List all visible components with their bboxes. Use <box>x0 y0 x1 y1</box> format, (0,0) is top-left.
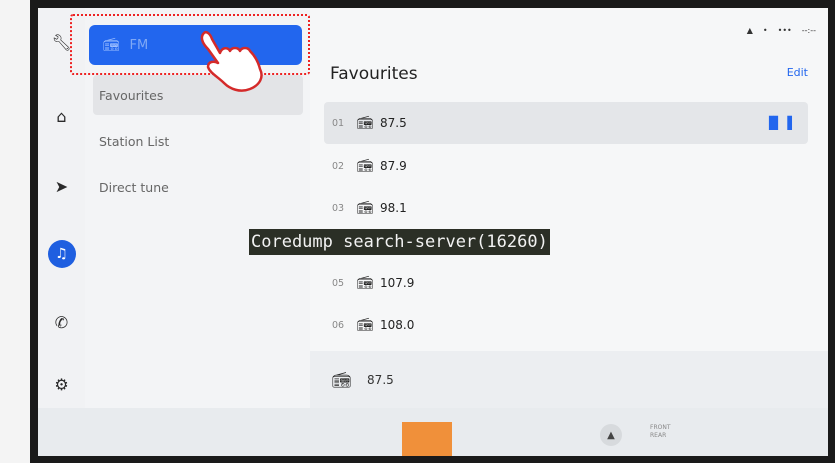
station-number: 05 <box>332 277 345 289</box>
station-frequency: 98.1 <box>380 201 407 215</box>
radio-icon: 📻︎ <box>332 370 352 389</box>
radio-icon: 📻︎ <box>356 115 374 131</box>
user-icon: • <box>762 26 768 35</box>
photo-frame <box>0 0 34 463</box>
station-number: 01 <box>332 117 345 129</box>
station-number: 02 <box>332 160 345 172</box>
radio-icon: 📻︎ <box>356 275 374 291</box>
station-frequency: 108.0 <box>380 318 415 332</box>
tap-hand-icon <box>200 31 263 92</box>
page-title: Favourites <box>330 64 418 84</box>
settings-icon[interactable]: ⚙ <box>38 370 85 398</box>
now-playing-bar[interactable]: 📻︎ 87.5 <box>310 351 828 408</box>
front-rear-label: FRONT REAR <box>650 424 671 440</box>
coredump-overlay: Coredump search-server(16260) <box>249 229 550 255</box>
rear-label: REAR <box>650 432 667 439</box>
station-row[interactable]: 06 📻︎ 108.0 <box>324 304 808 346</box>
home-icon[interactable]: ⌂ <box>38 102 85 130</box>
favourites-panel: ▲ • ••• --:-- Favourites Edit 01 📻︎ 87.5… <box>310 8 828 408</box>
now-playing-frequency: 87.5 <box>367 372 394 387</box>
climate-bar: ▲ FRONT REAR <box>38 408 828 456</box>
station-number: 03 <box>332 202 345 214</box>
menu-item-label: Direct tune <box>99 179 169 195</box>
menu-item-label: Station List <box>99 133 170 149</box>
station-row[interactable]: 02 📻︎ 87.9 <box>324 145 808 187</box>
station-frequency: 107.9 <box>380 276 415 290</box>
station-frequency: 87.5 <box>380 116 407 130</box>
orange-block <box>402 422 452 456</box>
radio-icon: 📻︎ <box>356 317 374 333</box>
menu-item-label: Favourites <box>99 87 164 103</box>
station-row[interactable]: 01 📻︎ 87.5 ▐▌▐ <box>324 102 808 144</box>
signal-icon: ••• <box>777 26 792 35</box>
navigation-icon[interactable]: ➤ <box>38 172 85 200</box>
music-icon[interactable]: ♫ <box>38 240 85 268</box>
front-label: FRONT <box>650 424 671 431</box>
edit-button[interactable]: Edit <box>787 66 808 79</box>
radio-icon: 📻︎ <box>356 200 374 216</box>
menu-item-station-list[interactable]: Station List <box>99 121 303 161</box>
chevron-up-icon[interactable]: ▲ <box>600 424 622 446</box>
radio-icon: 📻︎ <box>356 158 374 174</box>
status-bar: ▲ • ••• --:-- <box>747 26 816 35</box>
highlight-annotation <box>70 14 310 75</box>
station-number: 06 <box>332 319 345 331</box>
station-frequency: 87.9 <box>380 159 407 173</box>
menu-item-direct-tune[interactable]: Direct tune <box>99 167 303 207</box>
station-row[interactable]: 05 📻︎ 107.9 <box>324 262 808 304</box>
station-row[interactable]: 03 📻︎ 98.1 <box>324 187 808 229</box>
phone-icon[interactable]: ✆ <box>38 308 85 336</box>
time-placeholder: --:-- <box>801 26 816 35</box>
notification-icon: ▲ <box>746 26 753 35</box>
equalizer-icon: ▐▌▐ <box>764 116 792 130</box>
